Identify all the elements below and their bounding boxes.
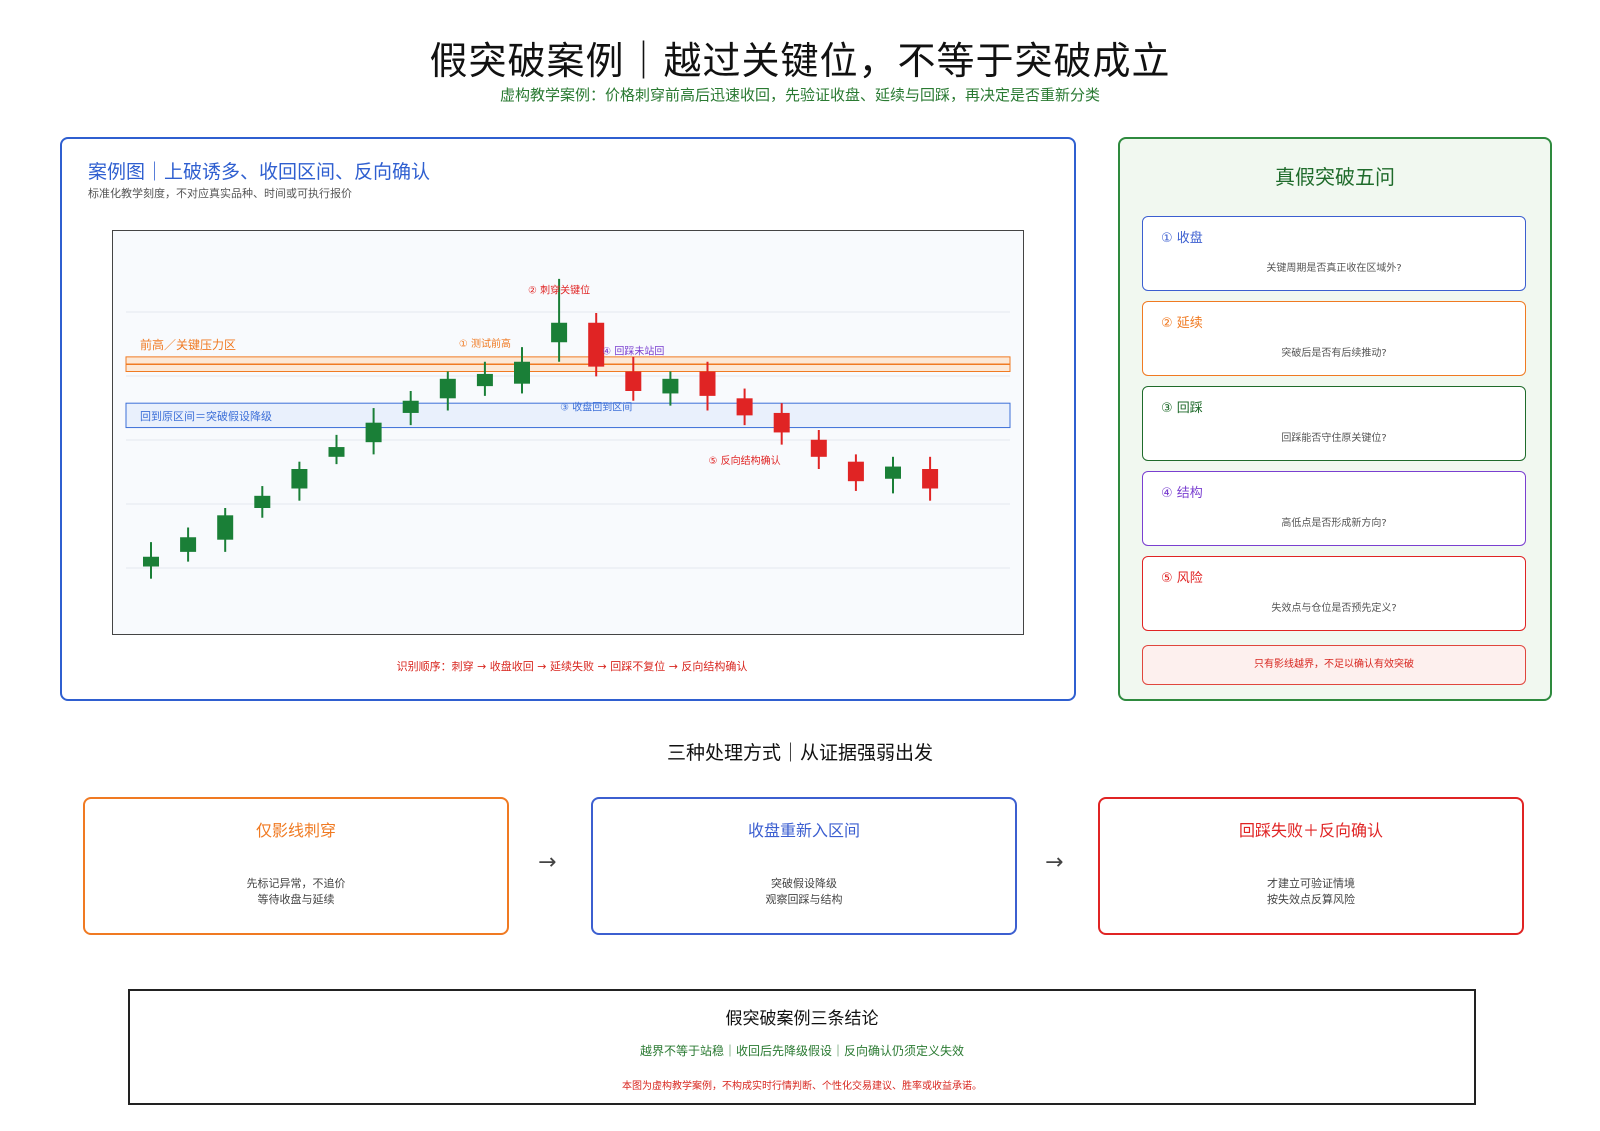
- question-text: 回踩能否守住原关键位?: [1281, 433, 1387, 444]
- candle-down: [736, 398, 753, 416]
- candle-up: [476, 373, 493, 387]
- candle-up: [514, 361, 530, 384]
- question-card-retest: ③ 回踩 回踩能否守住原关键位?: [1142, 386, 1526, 461]
- candle-down: [588, 322, 605, 367]
- method-card-retest-fail-reverse: 回踩失败＋反向确认 才建立可验证情境 按失效点反算风险: [1098, 797, 1524, 935]
- candle-up: [885, 466, 901, 479]
- candle-up: [439, 378, 456, 399]
- method-card-wick-only: 仅影线刺穿 先标记异常，不追价 等待收盘与延续: [83, 797, 509, 935]
- chart-annotation: ⑤ 反向结构确认: [709, 454, 781, 467]
- candle-up: [143, 556, 159, 567]
- identification-sequence: 识别顺序：刺穿 → 收盘收回 → 延续失败 → 回踩不复位 → 反向结构确认: [396, 660, 748, 673]
- candle-up: [180, 537, 197, 552]
- candle-down: [699, 371, 716, 396]
- zone-label: 回到原区间＝突破假设降级: [140, 409, 272, 423]
- method-line: 等待收盘与延续: [257, 893, 335, 906]
- chart-annotation: ① 测试前高: [459, 337, 511, 350]
- chart-annotation: ③ 收盘回到区间: [560, 401, 632, 414]
- candle-up: [217, 515, 234, 540]
- candle-up: [291, 469, 308, 489]
- page-title: 假突破案例｜越过关键位，不等于突破成立: [429, 39, 1171, 83]
- candle-down: [922, 469, 939, 489]
- method-line: 才建立可验证情境: [1267, 877, 1355, 890]
- question-text: 失效点与仓位是否预先定义?: [1271, 603, 1397, 614]
- method-title: 回踩失败＋反向确认: [1238, 821, 1383, 840]
- candle-up: [254, 495, 271, 508]
- candle-up: [365, 422, 382, 443]
- question-card-continuation: ② 延续 突破后是否有后续推动?: [1142, 301, 1526, 376]
- chart-annotation: ② 刺穿关键位: [528, 284, 590, 297]
- candle-up: [402, 400, 419, 413]
- zone-label: 前高／关键压力区: [140, 337, 236, 352]
- arrow-icon: →: [1045, 850, 1064, 875]
- arrow-icon: →: [538, 850, 557, 875]
- case-title: 案例图｜上破诱多、收回区间、反向确认: [88, 161, 431, 183]
- candle-down: [810, 439, 827, 457]
- method-line: 观察回踩与结构: [765, 893, 843, 906]
- conclusion-points: 越界不等于站稳｜收回后先降级假设｜反向确认仍须定义失效: [639, 1044, 964, 1058]
- page-subtitle: 虚构教学案例：价格刺穿前高后迅速收回，先验证收盘、延续与回踩，再决定是否重新分类: [499, 86, 1100, 104]
- candle-down: [847, 461, 864, 482]
- question-label: ② 延续: [1161, 316, 1203, 331]
- question-label: ④ 结构: [1161, 486, 1203, 501]
- question-label: ⑤ 风险: [1161, 571, 1203, 586]
- question-card-close: ① 收盘 关键周期是否真正收在区域外?: [1142, 216, 1526, 291]
- method-line: 按失效点反算风险: [1267, 893, 1355, 906]
- method-title: 收盘重新入区间: [747, 821, 860, 840]
- method-line: 先标记异常，不追价: [246, 877, 346, 890]
- conclusion-title: 假突破案例三条结论: [725, 1009, 879, 1029]
- candle-up: [551, 322, 568, 343]
- method-title: 仅影线刺穿: [255, 821, 336, 840]
- question-card-structure: ④ 结构 高低点是否形成新方向?: [1142, 471, 1526, 546]
- candlestick-chart: 前高／关键压力区回到原区间＝突破假设降级 ② 刺穿关键位 ① 测试前高 ④ 回踩未站回…: [112, 230, 1024, 635]
- chart-annotation: ④ 回踩未站回: [602, 344, 664, 357]
- question-card-risk: ⑤ 风险 失效点与仓位是否预先定义?: [1142, 556, 1526, 631]
- question-label: ① 收盘: [1161, 231, 1203, 246]
- disclaimer: 本图为虚构教学案例，不构成实时行情判断、个性化交易建议、胜率或收益承诺。: [622, 1081, 982, 1092]
- warning-box: 只有影线越界，不足以确认有效突破: [1142, 645, 1526, 685]
- question-text: 关键周期是否真正收在区域外?: [1266, 263, 1402, 274]
- method-line: 突破假设降级: [771, 877, 837, 890]
- question-text: 突破后是否有后续推动?: [1281, 348, 1387, 359]
- candle-up: [328, 447, 345, 457]
- case-note: 标准化教学刻度，不对应真实品种、时间或可执行报价: [88, 187, 352, 200]
- method-card-close-back-in-range: 收盘重新入区间 突破假设降级 观察回踩与结构: [591, 797, 1017, 935]
- candle-up: [662, 378, 679, 394]
- questions-title: 真假突破五问: [1275, 165, 1395, 189]
- question-label: ③ 回踩: [1161, 401, 1203, 416]
- candle-down: [625, 371, 642, 391]
- methods-title: 三种处理方式｜从证据强弱出发: [666, 742, 933, 764]
- question-text: 高低点是否形成新方向?: [1281, 518, 1387, 529]
- candle-down: [773, 412, 790, 433]
- chart-svg: 前高／关键压力区回到原区间＝突破假设降级 ② 刺穿关键位 ① 测试前高 ④ 回踩未站回…: [112, 230, 1024, 635]
